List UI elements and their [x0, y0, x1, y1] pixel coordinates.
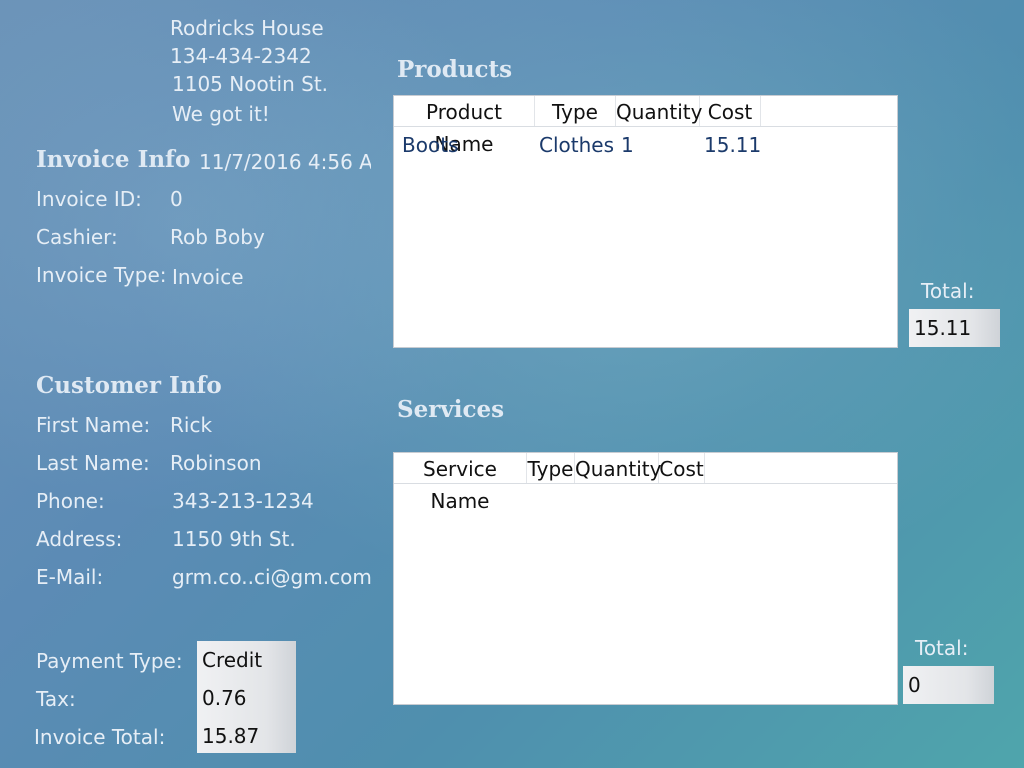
- product-cost-cell: 15.11: [704, 133, 762, 157]
- phone-value: 343-213-1234: [172, 489, 314, 513]
- product-type-cell: Clothes: [539, 133, 614, 157]
- store-phone: 134-434-2342: [170, 44, 312, 68]
- invoice-id-value: 0: [170, 187, 183, 211]
- invoice-type-value: Invoice: [172, 265, 244, 289]
- phone-label: Phone:: [36, 489, 105, 513]
- product-quantity-cell: 1: [621, 133, 634, 157]
- last-name-value: Robinson: [170, 451, 262, 475]
- services-total-label: Total:: [915, 636, 969, 660]
- invoice-total-label: Invoice Total:: [34, 725, 166, 749]
- store-name: Rodricks House: [170, 16, 324, 40]
- address-label: Address:: [36, 527, 123, 551]
- products-table-header: Product Name Type Quantity Cost: [394, 96, 897, 156]
- email-value: grm.co..ci@gm.com: [172, 565, 372, 589]
- last-name-label: Last Name:: [36, 451, 150, 475]
- products-total-field[interactable]: 15.11: [909, 309, 1000, 347]
- first-name-label: First Name:: [36, 413, 151, 437]
- payment-type-label: Payment Type:: [36, 649, 183, 673]
- col-quantity[interactable]: Quantity: [616, 96, 702, 126]
- tax-field[interactable]: 0.76: [197, 679, 296, 717]
- tax-label: Tax:: [36, 687, 76, 711]
- services-table-header: Service Name Type Quantity Cost: [394, 453, 897, 513]
- product-name-cell: Boots: [402, 133, 459, 157]
- col-service-name[interactable]: Service Name: [394, 453, 527, 513]
- services-heading: Services: [397, 396, 505, 423]
- services-total-field[interactable]: 0: [903, 666, 994, 704]
- first-name-value: Rick: [170, 413, 213, 437]
- col-type[interactable]: Type: [535, 96, 616, 126]
- invoice-info-heading: Invoice Info: [36, 146, 191, 173]
- invoice-type-label: Invoice Type:: [36, 263, 167, 287]
- payment-type-field[interactable]: Credit: [197, 641, 296, 679]
- products-total-label: Total:: [921, 279, 975, 303]
- address-value: 1150 9th St.: [172, 527, 296, 551]
- col-quantity[interactable]: Quantity: [575, 453, 661, 483]
- email-label: E-Mail:: [36, 565, 104, 589]
- store-address: 1105 Nootin St.: [172, 72, 329, 96]
- products-table[interactable]: Product Name Type Quantity Cost Boots Cl…: [393, 95, 898, 348]
- cashier-label: Cashier:: [36, 225, 118, 249]
- col-cost[interactable]: Cost: [700, 96, 761, 126]
- col-type[interactable]: Type: [527, 453, 575, 483]
- col-cost[interactable]: Cost: [659, 453, 705, 483]
- store-slogan: We got it!: [172, 102, 270, 126]
- services-table[interactable]: Service Name Type Quantity Cost: [393, 452, 898, 705]
- cashier-value: Rob Boby: [170, 225, 265, 249]
- invoice-id-label: Invoice ID:: [36, 187, 142, 211]
- customer-info-heading: Customer Info: [36, 372, 222, 399]
- invoice-datetime: 11/7/2016 4:56 AM: [199, 150, 371, 174]
- invoice-total-field[interactable]: 15.87: [197, 717, 296, 753]
- products-heading: Products: [397, 56, 513, 83]
- col-product-name[interactable]: Product Name: [394, 96, 535, 156]
